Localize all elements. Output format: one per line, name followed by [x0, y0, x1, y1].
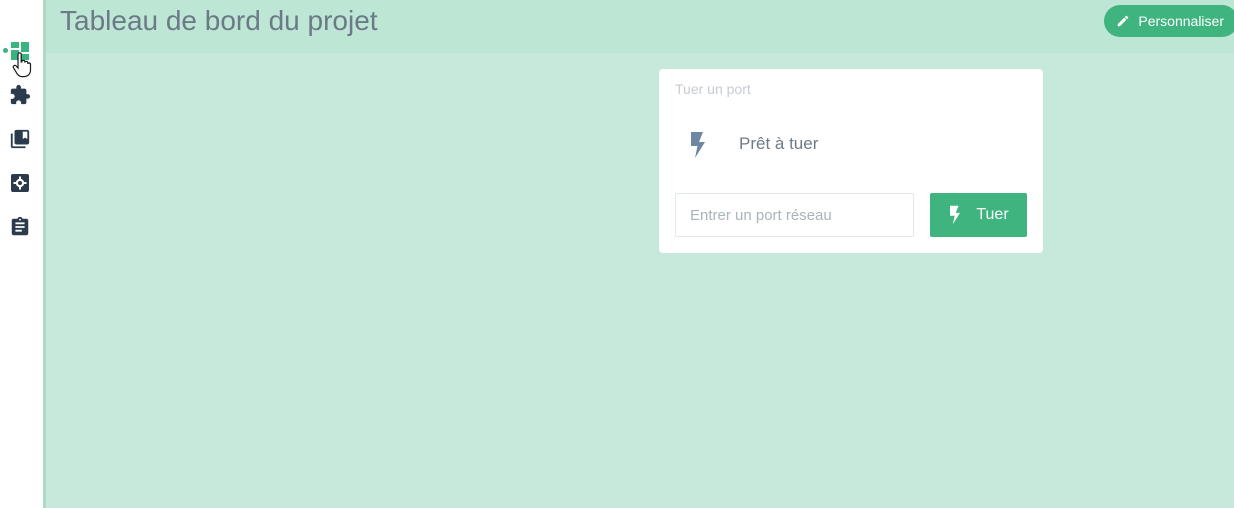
widget-title: Tuer un port: [675, 81, 751, 97]
lightning-icon: [950, 205, 961, 225]
sidebar-item-tasks[interactable]: [0, 212, 40, 242]
pencil-icon: [1118, 15, 1129, 27]
sidebar-item-settings[interactable]: [0, 168, 40, 198]
library-icon: [10, 129, 30, 149]
lightning-icon: [691, 132, 705, 158]
clipboard-icon: [11, 216, 29, 236]
sidebar-item-library[interactable]: [0, 124, 40, 154]
customize-button[interactable]: Personnaliser: [1104, 5, 1234, 37]
status-text: Prêt à tuer: [739, 134, 819, 153]
main-area: Tableau de bord du projet Personnaliser …: [46, 0, 1234, 508]
customize-button-label: Personnaliser: [1138, 13, 1224, 29]
kill-port-widget: Tuer un port Prêt à tuer Tuer: [659, 69, 1043, 253]
gear-icon: [11, 174, 29, 192]
page-header: Tableau de bord du projet Personnaliser: [46, 0, 1234, 53]
sidebar: [0, 0, 43, 508]
kill-button-label: Tuer: [976, 206, 1009, 223]
page-title: Tableau de bord du projet: [60, 5, 378, 36]
hand-cursor-icon: [12, 52, 32, 78]
app-window: Tableau de bord du projet Personnaliser …: [0, 0, 1234, 508]
kill-button[interactable]: Tuer: [930, 193, 1027, 237]
puzzle-icon: [10, 84, 31, 105]
sidebar-item-plugins[interactable]: [0, 80, 40, 110]
port-input[interactable]: [675, 193, 914, 237]
